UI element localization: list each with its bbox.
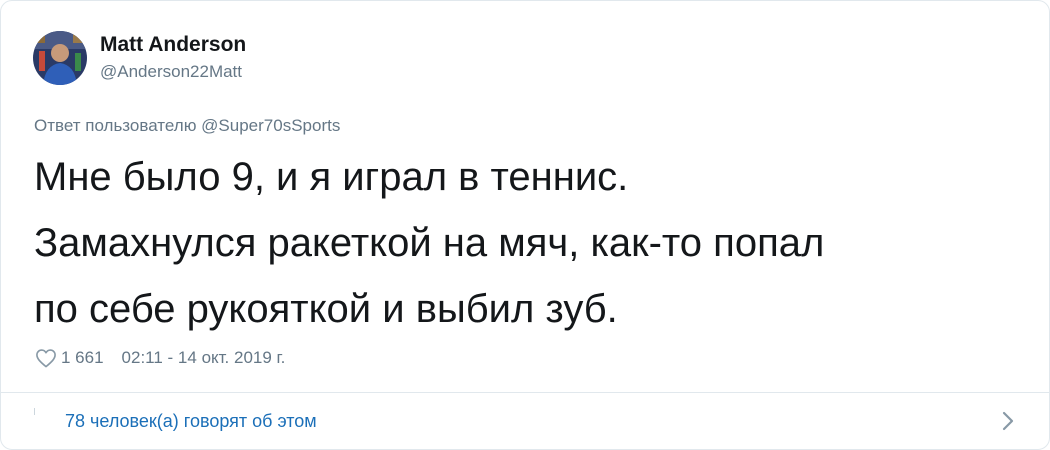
tweet-header: Matt Anderson @Anderson22Matt — [33, 31, 246, 85]
tweet-card: Matt Anderson @Anderson22Matt Ответ поль… — [0, 0, 1050, 450]
author-names: Matt Anderson @Anderson22Matt — [100, 32, 246, 84]
chevron-right-icon[interactable] — [1001, 410, 1015, 432]
author-handle[interactable]: @Anderson22Matt — [100, 60, 246, 84]
conversation-link[interactable]: 78 человек(а) говорят об этом — [1, 393, 1049, 449]
avatar-image — [33, 31, 87, 85]
conversation-label[interactable]: 78 человек(а) говорят об этом — [65, 411, 317, 432]
reply-to-label: Ответ пользователю @Super70sSports — [34, 116, 341, 135]
tweet-timestamp[interactable]: 02:11 - 14 окт. 2019 г. — [122, 348, 286, 368]
like-button[interactable]: 1 661 — [35, 348, 104, 368]
tweet-text: Мне было 9, и я играл в теннис. Замахнул… — [34, 155, 825, 331]
like-count: 1 661 — [61, 348, 104, 367]
heart-icon — [35, 348, 57, 368]
avatar[interactable] — [33, 31, 87, 85]
footer-tick-mark — [34, 408, 35, 415]
tweet-meta: 1 661 02:11 - 14 окт. 2019 г. — [35, 348, 285, 368]
author-display-name[interactable]: Matt Anderson — [100, 32, 246, 58]
